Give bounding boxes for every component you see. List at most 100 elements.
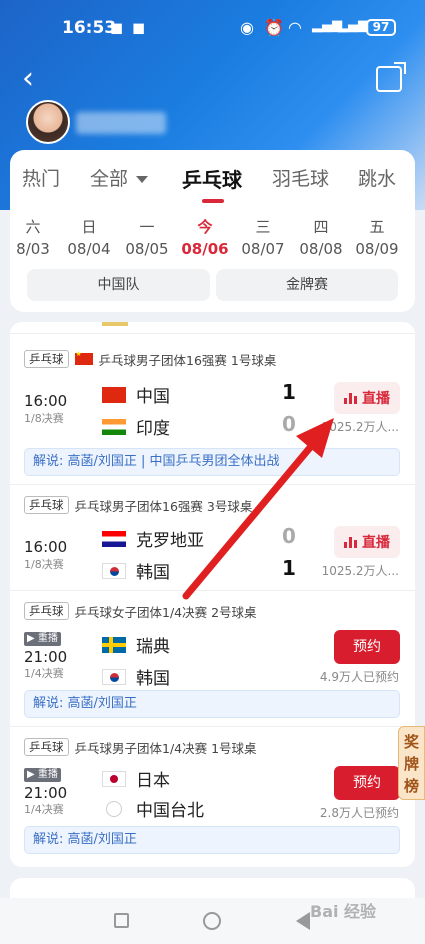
divider: [10, 484, 415, 485]
back-nav-icon[interactable]: [296, 912, 310, 930]
team-name: 中国台北: [136, 801, 204, 821]
replay-badge[interactable]: ▶ 重播: [24, 632, 61, 646]
team-row: 日本: [102, 766, 170, 791]
match-time: 21:00: [24, 784, 68, 802]
team-row: 克罗地亚: [102, 526, 204, 551]
match-header: 乒乓球 乒乓球女子团体1/4决赛 2号球桌: [24, 602, 257, 620]
day-date: 08/07: [241, 240, 285, 258]
match-stage: 1/4决赛: [24, 803, 64, 816]
reservation-count: 2.8万人已预约: [319, 806, 399, 820]
match-title: 乒乓球男子团体16强赛 1号球桌: [98, 352, 277, 368]
tab-badminton[interactable]: 羽毛球: [272, 164, 329, 191]
team-score: 1: [282, 556, 296, 580]
team-row: 印度: [102, 414, 170, 439]
day-item[interactable]: 六 8/03: [8, 216, 58, 260]
india-flag-icon: [102, 418, 126, 435]
commentary-bar[interactable]: 解说: 高菡/刘国正: [24, 826, 400, 854]
divider: [10, 590, 415, 591]
sport-tag: 乒乓球: [24, 602, 69, 620]
app-notification-icon: ◼: [110, 18, 124, 37]
day-date: 8/03: [16, 240, 50, 258]
home-icon[interactable]: [203, 912, 221, 930]
korea-flag-icon: [102, 562, 126, 579]
korea-flag-icon: [102, 668, 126, 685]
tab-all[interactable]: 全部: [90, 164, 149, 191]
day-item-today[interactable]: 今 08/06: [180, 216, 230, 260]
tab-table-tennis[interactable]: 乒乓球: [182, 164, 242, 193]
team-name: 韩国: [136, 669, 170, 689]
commentary-bar[interactable]: 解说: 高菡/刘国正: [24, 690, 400, 718]
viewer-count: 1025.2万人...: [321, 420, 399, 434]
live-bars-icon: [344, 392, 357, 404]
day-item[interactable]: 三 08/07: [238, 216, 288, 260]
recent-apps-icon[interactable]: [114, 913, 129, 928]
watermark-logo: Bai 经验: [310, 902, 377, 921]
day-item[interactable]: 日 08/04: [64, 216, 114, 260]
sport-tag: 乒乓球: [24, 496, 69, 514]
alarm-icon: ⏰: [264, 18, 284, 37]
team-name: 韩国: [136, 563, 170, 583]
day-date: 08/04: [67, 240, 111, 258]
match-time: 16:00: [24, 538, 68, 556]
croatia-flag-icon: [102, 530, 126, 547]
team-row: 中国台北: [102, 796, 204, 821]
day-weekday: 今: [197, 218, 213, 236]
message-icon: ◼: [132, 18, 146, 37]
team-name: 克罗地亚: [136, 531, 204, 551]
day-weekday: 五: [369, 218, 385, 236]
day-item[interactable]: 五 08/09: [352, 216, 402, 260]
team-score: 0: [282, 412, 296, 436]
match-list: 乒乓球 乒乓球男子团体16强赛 1号球桌 16:00 1/8决赛 中国 印度 1…: [10, 322, 415, 867]
live-button-label: 直播: [362, 535, 390, 551]
avatar[interactable]: [26, 100, 70, 144]
reservation-count: 4.9万人已预约: [319, 670, 399, 684]
username-blurred: [76, 112, 166, 134]
live-button[interactable]: 直播: [334, 382, 400, 414]
tab-diving[interactable]: 跳水: [358, 164, 396, 191]
replay-badge[interactable]: ▶ 重播: [24, 768, 61, 782]
team-name: 瑞典: [136, 637, 170, 657]
day-item[interactable]: 一 08/05: [122, 216, 172, 260]
eye-icon: ◉: [240, 18, 254, 37]
wifi-icon: ◠: [288, 18, 302, 37]
chinese-taipei-emblem-icon: [106, 800, 122, 817]
japan-flag-icon: [102, 770, 126, 787]
sport-tag: 乒乓球: [24, 350, 69, 368]
share-icon[interactable]: [376, 62, 406, 92]
china-flag-icon: [74, 350, 93, 365]
match-stage: 1/8决赛: [24, 412, 64, 425]
team-score: 0: [282, 524, 296, 548]
team-name: 印度: [136, 419, 170, 439]
next-card-peek: [10, 878, 415, 898]
match-stage: 1/8决赛: [24, 558, 64, 571]
team-row: 瑞典: [102, 632, 170, 657]
team-row: 韩国: [102, 558, 170, 583]
status-bar: 16:53 ◼ ◼ ◉ ⏰ ◠ ▂▄▆ ▂▄▆ 97: [0, 0, 425, 52]
live-button[interactable]: 直播: [334, 526, 400, 558]
day-date: 08/09: [355, 240, 399, 258]
partial-match-row: [10, 322, 415, 334]
filter-gold-medal[interactable]: 金牌赛: [216, 269, 398, 301]
day-date: 08/05: [125, 240, 169, 258]
medal-table-tab[interactable]: 奖牌榜: [398, 726, 425, 800]
flag-icon: [102, 322, 128, 326]
back-icon[interactable]: ‹: [22, 64, 48, 94]
filter-china-team[interactable]: 中国队: [27, 269, 210, 301]
match-time: 16:00: [24, 392, 68, 410]
match-header: 乒乓球 乒乓球男子团体16强赛 1号球桌: [24, 350, 276, 368]
day-weekday: 三: [255, 218, 271, 236]
match-time: 21:00: [24, 648, 68, 666]
day-weekday: 一: [139, 218, 155, 236]
divider: [10, 726, 415, 727]
battery-icon: 97: [366, 19, 396, 36]
reserve-button[interactable]: 预约: [334, 630, 400, 664]
team-score: 1: [282, 380, 296, 404]
match-title: 乒乓球男子团体1/4决赛 1号球桌: [74, 740, 257, 756]
commentary-bar[interactable]: 解说: 高菡/刘国正 | 中国乒乓男团全体出战: [24, 448, 400, 476]
active-tab-indicator: [202, 199, 224, 203]
signal-5g-icon: ▂▄▆: [338, 18, 368, 33]
live-button-label: 直播: [362, 391, 390, 407]
reserve-button[interactable]: 预约: [334, 766, 400, 800]
tab-hot[interactable]: 热门: [22, 164, 60, 191]
day-item[interactable]: 四 08/08: [296, 216, 346, 260]
